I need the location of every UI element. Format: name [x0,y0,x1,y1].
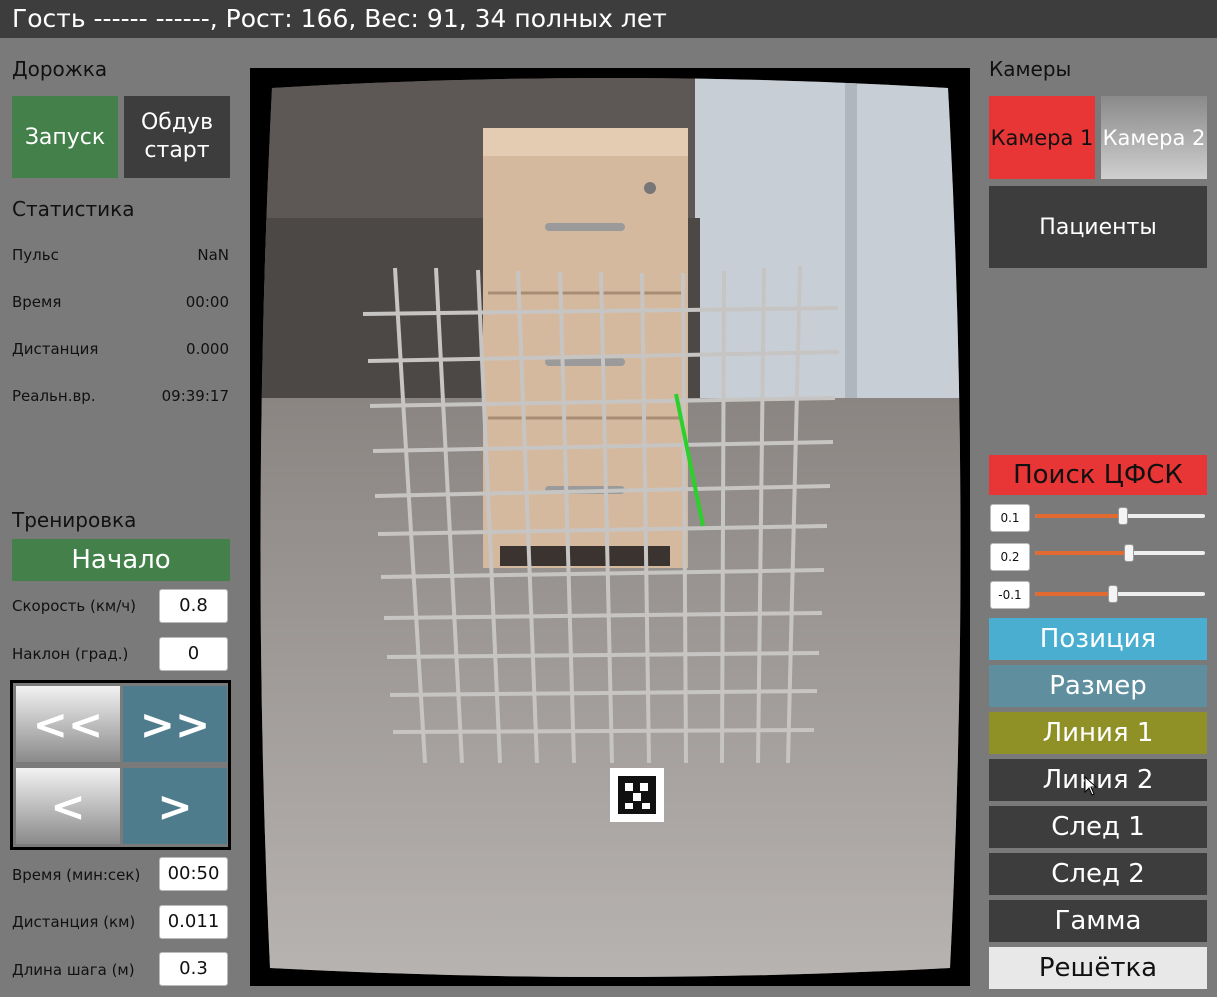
trace-1-label: След 1 [1051,812,1145,842]
search-cfsk-button[interactable]: Поиск ЦФСК [989,455,1207,495]
fast-forward-button[interactable]: >> [123,686,227,762]
training-time-input[interactable]: 00:50 [159,857,228,891]
camera-view [250,68,970,986]
back-button[interactable]: < [16,768,120,844]
cameras-section-title: Камеры [989,57,1072,81]
size-button[interactable]: Размер [989,665,1207,707]
stat-time-label: Время [12,293,62,311]
slider-2-value[interactable]: 0.2 [990,543,1030,571]
stats-section-title: Статистика [12,197,135,221]
stat-time-value: 00:00 [185,293,229,311]
speed-input[interactable]: 0.8 [159,589,228,623]
line-1-label: Линия 1 [1042,718,1154,748]
stat-distance-label: Дистанция [12,340,99,358]
slider-1-fill [1035,514,1124,518]
trace-2-button[interactable]: След 2 [989,853,1207,895]
slider-1-track[interactable] [1035,507,1205,525]
camera-1-label: Камера 1 [990,125,1094,150]
grid-button[interactable]: Решётка [989,947,1207,989]
slider-1-value[interactable]: 0.1 [990,504,1030,532]
gamma-label: Гамма [1054,906,1142,936]
stat-pulse-value: NaN [197,246,229,264]
size-label: Размер [1049,671,1147,701]
window-title: Гость ------ ------, Рост: 166, Вес: 91,… [0,0,1217,38]
stat-pulse-label: Пульс [12,246,59,264]
blow-start-button[interactable]: Обдув старт [124,96,230,178]
speed-label: Скорость (км/ч) [12,597,136,615]
start-button[interactable]: Запуск [12,96,118,178]
line-1-button[interactable]: Линия 1 [989,712,1207,754]
trace-2-label: След 2 [1051,859,1145,889]
slider-2-fill [1035,551,1129,555]
patients-label: Пациенты [1039,214,1157,240]
training-time-label: Время (мин:сек) [12,866,141,884]
slider-3-track[interactable] [1035,585,1205,603]
position-label: Позиция [1039,624,1157,654]
stat-realtime-label: Реальн.вр. [12,387,96,405]
training-distance-label: Дистанция (км) [12,913,136,931]
camera-2-button[interactable]: Камера 2 [1101,96,1207,179]
incline-input[interactable]: 0 [159,637,228,671]
gamma-button[interactable]: Гамма [989,900,1207,942]
trace-1-button[interactable]: След 1 [989,806,1207,848]
fast-back-button[interactable]: << [16,686,120,762]
camera-feed [260,78,961,977]
blow-start-label-line2: старт [144,138,210,163]
stat-realtime-value: 09:39:17 [161,387,229,405]
forward-button[interactable]: > [123,768,227,844]
stat-distance-value: 0.000 [186,340,229,358]
track-section-title: Дорожка [12,57,108,81]
step-length-label: Длина шага (м) [12,961,135,979]
start-button-label: Запуск [24,124,106,150]
camera-2-label: Камера 2 [1102,125,1206,150]
speed-nav-panel: << >> < > [10,680,231,850]
begin-training-button[interactable]: Начало [12,539,230,581]
training-section-title: Тренировка [12,508,137,532]
incline-label: Наклон (град.) [12,645,129,663]
position-button[interactable]: Позиция [989,618,1207,660]
mouse-cursor-icon [1084,776,1098,796]
slider-2-track[interactable] [1035,544,1205,562]
patients-button[interactable]: Пациенты [989,186,1207,268]
begin-training-label: Начало [71,545,171,575]
camera-1-button[interactable]: Камера 1 [989,96,1095,179]
slider-3-fill [1035,592,1114,596]
slider-2-knob[interactable] [1123,544,1134,562]
blow-start-label-line1: Обдув [140,110,214,135]
grid-label: Решётка [1038,953,1158,983]
search-cfsk-label: Поиск ЦФСК [1013,460,1183,490]
step-length-input[interactable]: 0.3 [159,952,228,986]
training-distance-input[interactable]: 0.011 [159,905,228,939]
slider-1-knob[interactable] [1118,507,1129,525]
line-2-button[interactable]: Линия 2 [989,759,1207,801]
slider-3-knob[interactable] [1108,585,1119,603]
slider-3-value[interactable]: -0.1 [990,581,1030,609]
